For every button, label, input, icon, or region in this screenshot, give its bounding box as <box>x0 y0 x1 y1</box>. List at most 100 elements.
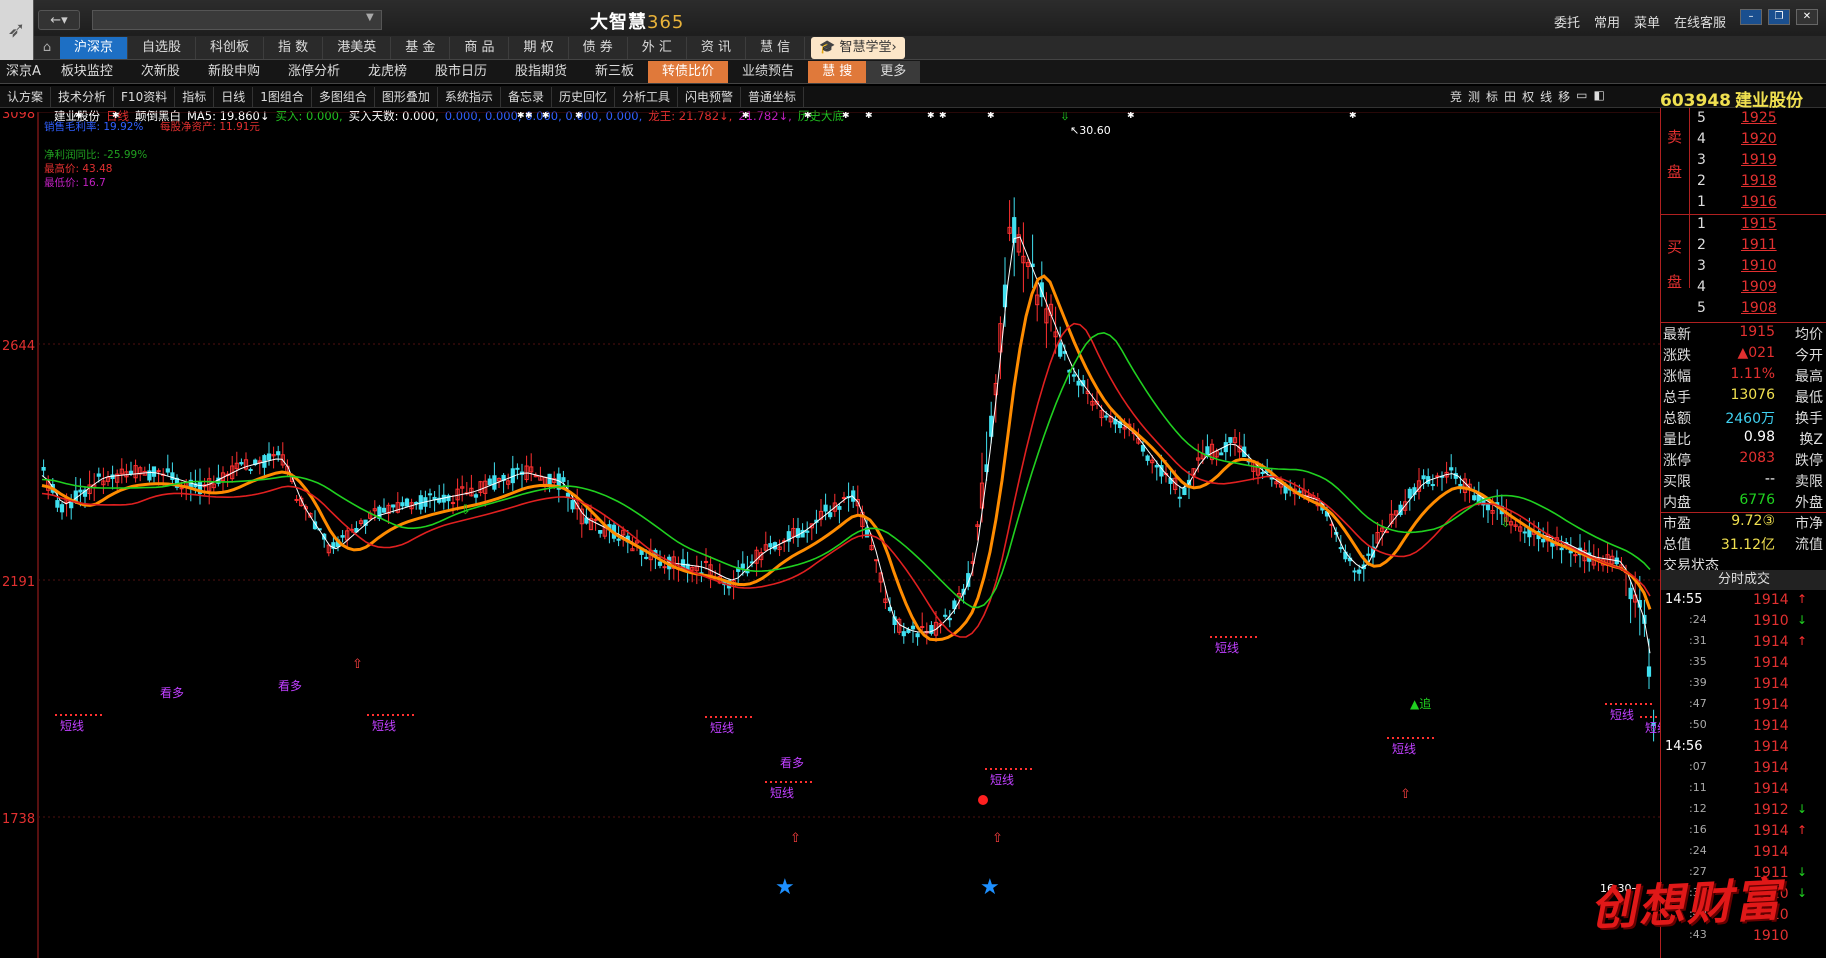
sub-tab[interactable]: 次新股 <box>127 61 194 83</box>
top-menu-item[interactable]: 在线客服 <box>1674 12 1726 31</box>
candle-body <box>400 502 405 507</box>
market-tab[interactable]: 科创板 <box>196 36 265 59</box>
toolbar-icon[interactable]: 田 <box>1504 88 1516 105</box>
candle-body <box>404 498 410 507</box>
level-number: 4 <box>1697 131 1706 147</box>
buy-level-row[interactable]: 4 1909 <box>1661 279 1826 300</box>
candle-body <box>1449 467 1454 471</box>
sub-tab[interactable]: 业绩预告 <box>728 61 808 83</box>
sub-tab[interactable]: 更多 <box>866 60 921 83</box>
search-input[interactable] <box>92 10 382 30</box>
toolbar-icon[interactable]: 标 <box>1486 88 1498 105</box>
sub-tab[interactable]: 新股申购 <box>194 61 274 83</box>
toolbar-item[interactable]: 日线 <box>214 86 254 107</box>
sub-tab[interactable]: 龙虎榜 <box>354 61 421 83</box>
sell-level-row[interactable]: 3 1919 <box>1661 152 1826 173</box>
star-icon: ★ <box>980 875 1000 900</box>
candle-body <box>41 467 46 471</box>
market-tab[interactable]: 慧 信 <box>746 36 806 59</box>
level-number: 2 <box>1697 237 1706 253</box>
buy-level-row[interactable]: 2 1911 <box>1661 237 1826 258</box>
candle-body <box>805 530 810 533</box>
graduation-cap-icon: 🎓 <box>819 39 840 55</box>
toolbar-item[interactable]: 1图组合 <box>253 86 312 107</box>
timesales-row: 14:55 1914 ↑ <box>1661 592 1826 613</box>
toolbar-icon[interactable]: 线 <box>1540 88 1552 105</box>
kline-chart[interactable]: 3098 2644 2191 1738 销售毛利率: 19.92% 每股净资产: 11.9… <box>0 107 1690 958</box>
market-tab[interactable]: 债 券 <box>569 36 628 59</box>
quote-stat-row: 量比 0.98 换Z <box>1663 429 1825 450</box>
sell-level-row[interactable]: 1 1916 <box>1661 194 1826 215</box>
toolbar-item[interactable]: 指标 <box>175 86 215 107</box>
duanxian-label: 短线 <box>1392 742 1416 756</box>
toolbar-item[interactable]: 系统指示 <box>438 86 501 107</box>
candle-body <box>414 502 419 505</box>
home-icon[interactable]: ⌂ <box>34 40 60 55</box>
toolbar-icon[interactable]: ▭ <box>1576 88 1587 105</box>
restore-icon[interactable]: ❐ <box>1768 9 1790 25</box>
toolbar-item[interactable]: 普通坐标 <box>741 86 805 107</box>
toolbar-icon[interactable]: 权 <box>1522 88 1534 105</box>
candle-body <box>165 468 170 473</box>
market-tab[interactable]: 外 汇 <box>628 36 687 59</box>
buy-level-row[interactable]: 3 1910 <box>1661 258 1826 279</box>
toolbar-item[interactable]: 认方案 <box>0 86 52 107</box>
candle-body <box>1357 569 1362 574</box>
toolbar-item[interactable]: 分析工具 <box>615 86 678 107</box>
market-tab[interactable]: 基 金 <box>391 36 451 59</box>
toolbar-icon[interactable]: ◧ <box>1593 88 1604 105</box>
close-icon[interactable]: ✕ <box>1796 9 1818 25</box>
market-tab[interactable]: 指 数 <box>264 36 324 59</box>
timesales-header[interactable]: 分时成交 <box>1661 570 1826 590</box>
toolbar-item[interactable]: 历史回忆 <box>552 86 615 107</box>
sub-tab[interactable]: 股指期货 <box>501 61 581 83</box>
sub-tab[interactable]: 涨停分析 <box>274 61 354 83</box>
top-menu-item[interactable]: 菜单 <box>1634 12 1660 31</box>
sell-level-row[interactable]: 5 1925 <box>1661 110 1826 131</box>
toolbar-item[interactable]: 多图组合 <box>312 86 375 107</box>
sell-level-row[interactable]: 2 1918 <box>1661 173 1826 194</box>
sub-tab[interactable]: 新三板 <box>581 61 648 83</box>
sub-tab[interactable]: 板块监控 <box>47 61 127 83</box>
chart-note: 销售毛利率: 19.92% <box>44 120 143 133</box>
sub-tab[interactable]: 股市日历 <box>421 61 501 83</box>
duanxian-label: 短线 <box>372 719 396 733</box>
market-tab[interactable]: 沪深京 <box>60 36 129 59</box>
nav-back-button[interactable]: ←▾ <box>38 10 80 30</box>
buy-level-row[interactable]: 1 1915 <box>1661 216 1826 237</box>
top-marker: ✱ <box>742 112 750 121</box>
timesales-row: :24 1910 ↓ <box>1661 613 1826 634</box>
timesales-row: :31 1914 ↑ <box>1661 634 1826 655</box>
toolbar-icon[interactable]: 竞 <box>1450 88 1462 105</box>
toolbar-icon[interactable]: 测 <box>1468 88 1480 105</box>
buy-level-row[interactable]: 5 1908 <box>1661 300 1826 321</box>
top-menu-item[interactable]: 常用 <box>1594 12 1620 31</box>
market-tab[interactable]: 资 讯 <box>687 36 747 59</box>
y-axis-label: 2644 <box>2 339 35 354</box>
toolbar-item[interactable]: 备忘录 <box>501 86 552 107</box>
toolbar-icon[interactable]: 移 <box>1558 88 1570 105</box>
toolbar-item[interactable]: F10资料 <box>114 86 176 107</box>
candle-body <box>151 466 157 477</box>
market-tab[interactable]: 港美英 <box>323 36 392 59</box>
sell-level-row[interactable]: 4 1920 <box>1661 131 1826 152</box>
toolbar-item[interactable]: 闪电预警 <box>678 86 741 107</box>
minimize-icon[interactable]: – <box>1740 9 1762 25</box>
y-axis-label: 2191 <box>2 575 35 590</box>
sub-tab[interactable]: 转债比价 <box>648 60 729 83</box>
toolbar-item[interactable]: 图形叠加 <box>375 86 438 107</box>
top-menu-item[interactable]: 委托 <box>1554 12 1580 31</box>
ts-price: 1912 <box>1753 802 1789 818</box>
market-tab[interactable]: 期 权 <box>509 36 569 59</box>
ts-seconds: :11 <box>1689 781 1707 794</box>
sub-tab[interactable]: 慧 搜 <box>808 60 867 83</box>
candle-body <box>1182 487 1187 496</box>
search-dropdown-icon[interactable]: ▼ <box>366 12 374 23</box>
toolbar-item[interactable]: 技术分析 <box>51 86 115 107</box>
candle-body <box>1140 445 1146 452</box>
sub-tab[interactable]: 深京A <box>0 61 47 83</box>
level-number: 5 <box>1697 300 1706 316</box>
market-tab[interactable]: 商 品 <box>450 36 510 59</box>
smart-school-button[interactable]: 🎓 智慧学堂› <box>811 36 905 59</box>
market-tab[interactable]: 自选股 <box>128 36 197 59</box>
